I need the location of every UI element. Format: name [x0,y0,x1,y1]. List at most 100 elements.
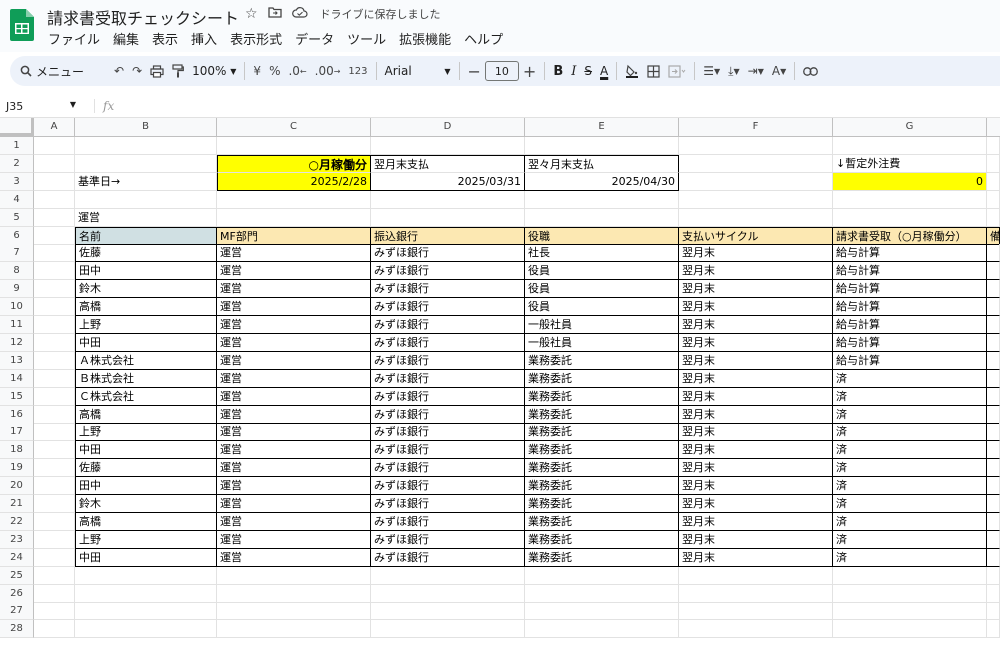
cell-b21[interactable]: 鈴木 [75,495,217,513]
column-header-h[interactable] [987,118,1000,136]
increase-decimal-button[interactable]: .00 → [311,59,345,83]
undo-icon[interactable]: ↶ [110,59,128,83]
cell-c22[interactable]: 運営 [217,512,371,531]
row-header[interactable]: 17 [0,423,34,442]
cell-g1[interactable] [833,137,987,155]
cell-d2[interactable]: 翌月末支払 [371,154,525,173]
text-color-button[interactable]: A [596,59,612,83]
cell-e28[interactable] [525,620,679,639]
cell-a10[interactable] [34,298,75,317]
cell-c18[interactable]: 運営 [217,441,371,460]
cell-a16[interactable] [34,405,75,424]
cell-e1[interactable] [525,137,679,155]
cell-b13[interactable]: Ａ株式会社 [75,351,217,370]
cell-d1[interactable] [371,137,525,155]
cell-c1[interactable] [217,137,371,155]
cell-b20[interactable]: 田中 [75,477,217,496]
cell-a13[interactable] [34,351,75,370]
cell-a24[interactable] [34,548,75,567]
cell-h21[interactable] [987,495,1000,513]
cell-g19[interactable]: 済 [833,459,987,478]
cell-a8[interactable] [34,262,75,281]
cell-d24[interactable]: みずほ銀行 [371,548,525,567]
italic-button[interactable]: I [567,59,580,83]
row-header[interactable]: 5 [0,208,34,227]
cell-c15[interactable]: 運営 [217,387,371,406]
row-header[interactable]: 7 [0,244,34,263]
cell-h22[interactable] [987,512,1000,531]
cell-f26[interactable] [679,584,833,603]
row-header[interactable]: 20 [0,477,34,496]
cell-a6[interactable] [34,226,75,245]
row-header[interactable]: 24 [0,548,34,567]
cell-c11[interactable]: 運営 [217,316,371,334]
cell-a1[interactable] [34,137,75,155]
cell-e21[interactable]: 業務委託 [525,495,679,513]
cell-f5[interactable] [679,208,833,227]
cell-b28[interactable] [75,620,217,639]
cell-h12[interactable] [987,333,1000,352]
cell-h3[interactable] [987,172,1000,191]
cell-c2[interactable]: ○月稼働分 [217,154,371,173]
cell-c8[interactable]: 運営 [217,262,371,281]
cell-e24[interactable]: 業務委託 [525,548,679,567]
zoom-select[interactable]: 100% ▼ [188,59,240,83]
cell-e9[interactable]: 役員 [525,280,679,299]
row-header[interactable]: 1 [0,137,34,155]
row-header[interactable]: 26 [0,584,34,603]
cell-h27[interactable] [987,602,1000,621]
cell-e6[interactable]: 役職 [525,226,679,245]
sheets-logo-icon[interactable] [10,9,34,41]
cell-d11[interactable]: みずほ銀行 [371,316,525,334]
row-header[interactable]: 2 [0,154,34,173]
number-format-button[interactable]: 123 [344,59,371,83]
cell-g5[interactable] [833,208,987,227]
currency-format-button[interactable]: ¥ [249,59,265,83]
font-size-input[interactable]: 10 [484,61,519,81]
cell-c9[interactable]: 運営 [217,280,371,299]
cell-c12[interactable]: 運営 [217,333,371,352]
menu-extensions[interactable]: 拡張機能 [399,29,451,48]
cell-e4[interactable] [525,190,679,209]
cell-d4[interactable] [371,190,525,209]
cell-h2[interactable] [987,154,1000,173]
cell-c25[interactable] [217,566,371,585]
cell-h7[interactable] [987,244,1000,263]
cell-g27[interactable] [833,602,987,621]
cell-f15[interactable]: 翌月末 [679,387,833,406]
cell-a5[interactable] [34,208,75,227]
cell-f2[interactable] [679,154,833,173]
decrease-decimal-button[interactable]: .0 ← [284,59,310,83]
cell-g15[interactable]: 済 [833,387,987,406]
cell-g13[interactable]: 給与計算 [833,351,987,370]
cell-g22[interactable]: 済 [833,512,987,531]
row-header[interactable]: 25 [0,566,34,585]
cell-g11[interactable]: 給与計算 [833,316,987,334]
cell-g6[interactable]: 請求書受取（○月稼働分） [833,226,987,245]
cell-c20[interactable]: 運営 [217,477,371,496]
column-header-f[interactable]: F [679,118,833,136]
cell-c27[interactable] [217,602,371,621]
cell-b23[interactable]: 上野 [75,530,217,549]
cell-e2[interactable]: 翌々月末支払 [525,154,679,173]
row-header[interactable]: 14 [0,369,34,388]
cell-a18[interactable] [34,441,75,460]
font-select[interactable]: Arial ▼ [381,59,455,83]
cell-f11[interactable]: 翌月末 [679,316,833,334]
cell-d19[interactable]: みずほ銀行 [371,459,525,478]
cell-e27[interactable] [525,602,679,621]
cell-e15[interactable]: 業務委託 [525,387,679,406]
cell-a20[interactable] [34,477,75,496]
cell-c7[interactable]: 運営 [217,244,371,263]
cell-b19[interactable]: 佐藤 [75,459,217,478]
cell-c28[interactable] [217,620,371,639]
cell-d3[interactable]: 2025/03/31 [371,172,525,191]
cell-e16[interactable]: 業務委託 [525,405,679,424]
cell-d25[interactable] [371,566,525,585]
cell-h23[interactable] [987,530,1000,549]
cell-d20[interactable]: みずほ銀行 [371,477,525,496]
cell-a28[interactable] [34,620,75,639]
cell-d5[interactable] [371,208,525,227]
cell-g23[interactable]: 済 [833,530,987,549]
cell-a25[interactable] [34,566,75,585]
